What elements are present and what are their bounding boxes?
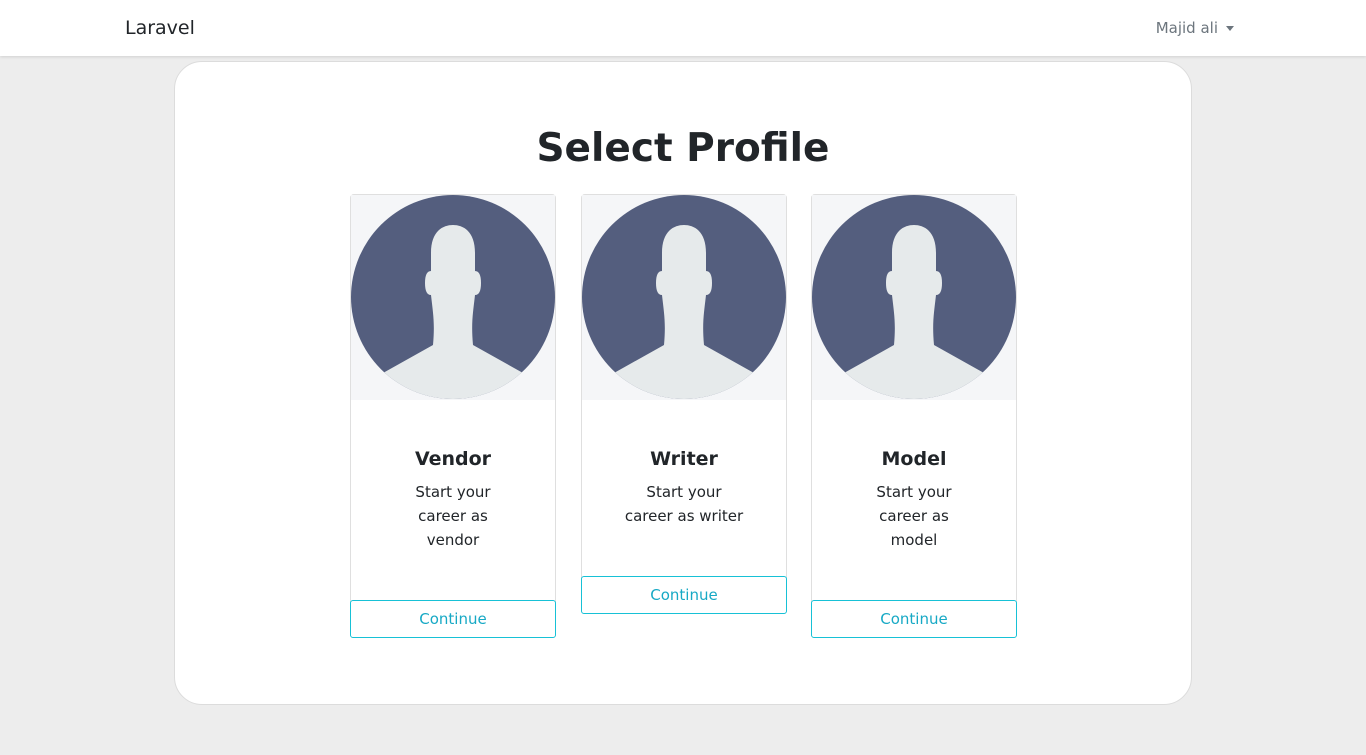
navbar: Laravel Majid ali — [0, 0, 1366, 56]
card-title: Writer — [650, 448, 718, 470]
user-avatar-icon — [582, 195, 786, 400]
continue-button-model[interactable]: Continue — [811, 600, 1017, 638]
continue-button-vendor[interactable]: Continue — [350, 600, 556, 638]
user-menu-dropdown[interactable]: Majid ali — [1156, 19, 1234, 37]
card-description: Start your career as writer — [624, 483, 744, 525]
card-title: Vendor — [414, 448, 492, 470]
profile-card-model: Model Start your career as model Continu… — [811, 194, 1017, 638]
card-title: Model — [881, 448, 947, 470]
card-description: Start your career as model — [876, 483, 952, 549]
profile-card-vendor: Vendor Start your career as vendor Conti… — [350, 194, 556, 638]
profile-selection-panel: Select Profile Vendor Start your career … — [174, 61, 1192, 705]
card-description: Start your career as vendor — [415, 483, 491, 549]
user-avatar-icon — [351, 195, 555, 400]
continue-button-writer[interactable]: Continue — [581, 576, 787, 614]
chevron-down-icon — [1226, 25, 1234, 31]
user-avatar-icon — [812, 195, 1016, 400]
brand-link[interactable]: Laravel — [125, 17, 195, 39]
user-name: Majid ali — [1155, 19, 1218, 37]
page-title: Select Profile — [536, 126, 830, 171]
profile-card-writer: Writer Start your career as writer Conti… — [581, 194, 787, 614]
